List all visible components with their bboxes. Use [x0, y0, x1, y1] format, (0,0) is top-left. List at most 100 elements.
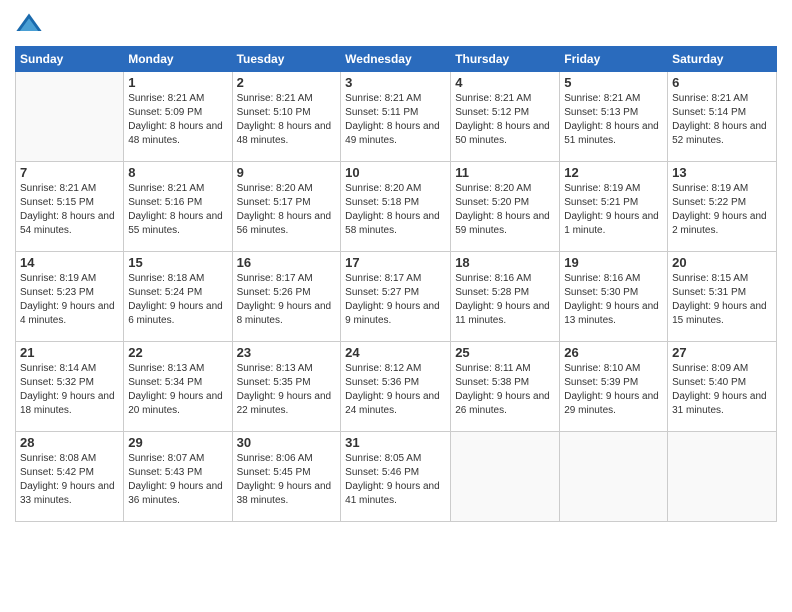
- sunrise: Sunrise: 8:17 AM: [237, 273, 313, 284]
- day-number: 1: [128, 75, 227, 90]
- day-number: 28: [20, 435, 119, 450]
- day-info: Sunrise: 8:19 AMSunset: 5:23 PMDaylight:…: [20, 272, 119, 328]
- sunrise: Sunrise: 8:07 AM: [128, 453, 204, 464]
- day-info: Sunrise: 8:21 AMSunset: 5:14 PMDaylight:…: [672, 92, 772, 148]
- daylight: Daylight: 9 hours and 13 minutes.: [564, 301, 659, 326]
- day-cell: 13Sunrise: 8:19 AMSunset: 5:22 PMDayligh…: [668, 162, 777, 252]
- day-header-friday: Friday: [560, 47, 668, 72]
- day-cell: 31Sunrise: 8:05 AMSunset: 5:46 PMDayligh…: [341, 432, 451, 522]
- sunset: Sunset: 5:21 PM: [564, 197, 638, 208]
- day-info: Sunrise: 8:16 AMSunset: 5:28 PMDaylight:…: [455, 272, 555, 328]
- day-number: 24: [345, 345, 446, 360]
- day-info: Sunrise: 8:21 AMSunset: 5:11 PMDaylight:…: [345, 92, 446, 148]
- day-cell: 22Sunrise: 8:13 AMSunset: 5:34 PMDayligh…: [124, 342, 232, 432]
- sunset: Sunset: 5:38 PM: [455, 377, 529, 388]
- sunset: Sunset: 5:26 PM: [237, 287, 311, 298]
- day-cell: 20Sunrise: 8:15 AMSunset: 5:31 PMDayligh…: [668, 252, 777, 342]
- day-cell: 5Sunrise: 8:21 AMSunset: 5:13 PMDaylight…: [560, 72, 668, 162]
- day-header-tuesday: Tuesday: [232, 47, 341, 72]
- day-header-monday: Monday: [124, 47, 232, 72]
- daylight: Daylight: 8 hours and 48 minutes.: [128, 121, 223, 146]
- day-info: Sunrise: 8:20 AMSunset: 5:18 PMDaylight:…: [345, 182, 446, 238]
- daylight: Daylight: 8 hours and 55 minutes.: [128, 211, 223, 236]
- day-cell: 23 Sunrise: 8:13 AMSunset: 5:35 PMDayligh…: [232, 342, 341, 432]
- sunrise: Sunrise: 8:21 AM: [128, 93, 204, 104]
- sunrise: Sunrise: 8:08 AM: [20, 453, 96, 464]
- daylight: Daylight: 9 hours and 24 minutes.: [345, 391, 440, 416]
- day-cell: 21Sunrise: 8:14 AMSunset: 5:32 PMDayligh…: [16, 342, 124, 432]
- sunset: Sunset: 5:14 PM: [672, 107, 746, 118]
- daylight: Daylight: 9 hours and 31 minutes.: [672, 391, 767, 416]
- sunset: Sunset: 5:34 PM: [128, 377, 202, 388]
- sunrise: Sunrise: 8:11 AM: [455, 363, 530, 374]
- daylight: Daylight: 8 hours and 49 minutes.: [345, 121, 440, 146]
- header-row: SundayMondayTuesdayWednesdayThursdayFrid…: [16, 47, 777, 72]
- sunset: Sunset: 5:30 PM: [564, 287, 638, 298]
- day-cell: 11 Sunrise: 8:20 AM Sunset: 5:20 PM Dayligh…: [451, 162, 560, 252]
- day-header-thursday: Thursday: [451, 47, 560, 72]
- daylight: Daylight: 8 hours and 59 minutes.: [455, 211, 550, 236]
- sunset: Sunset: 5:09 PM: [128, 107, 202, 118]
- day-number: 27: [672, 345, 772, 360]
- day-cell: 8Sunrise: 8:21 AMSunset: 5:16 PMDaylight…: [124, 162, 232, 252]
- sunrise: Sunrise: 8:12 AM: [345, 363, 421, 374]
- day-cell: 4Sunrise: 8:21 AMSunset: 5:12 PMDaylight…: [451, 72, 560, 162]
- day-cell: 24Sunrise: 8:12 AMSunset: 5:36 PMDayligh…: [341, 342, 451, 432]
- sunrise: Sunrise: 8:09 AM: [672, 363, 748, 374]
- daylight: Daylight: 9 hours and 20 minutes.: [128, 391, 223, 416]
- daylight: Daylight: 8 hours and 51 minutes.: [564, 121, 659, 146]
- day-info: Sunrise: 8:06 AMSunset: 5:45 PMDaylight:…: [237, 452, 337, 508]
- day-number: 3: [345, 75, 446, 90]
- sunrise: Sunrise: 8:18 AM: [128, 273, 204, 284]
- sunrise: Sunrise: 8:21 AM: [455, 93, 531, 104]
- day-cell: 15Sunrise: 8:18 AMSunset: 5:24 PMDayligh…: [124, 252, 232, 342]
- daylight: Daylight: 8 hours and 52 minutes.: [672, 121, 767, 146]
- day-number: 21: [20, 345, 119, 360]
- sunrise: Sunrise: 8:20 AM: [455, 183, 531, 194]
- daylight: Daylight: 9 hours and 36 minutes.: [128, 481, 223, 506]
- logo-icon: [15, 10, 43, 38]
- daylight: Daylight: 9 hours and 29 minutes.: [564, 391, 659, 416]
- day-info: Sunrise: 8:15 AMSunset: 5:31 PMDaylight:…: [672, 272, 772, 328]
- day-cell: 9Sunrise: 8:20 AMSunset: 5:17 PMDaylight…: [232, 162, 341, 252]
- day-info: Sunrise: 8:21 AMSunset: 5:16 PMDaylight:…: [128, 182, 227, 238]
- day-info: Sunrise: 8:13 AMSunset: 5:35 PMDaylight:…: [237, 362, 337, 418]
- logo: [15, 10, 47, 38]
- day-cell: 3 Sunrise: 8:21 AMSunset: 5:11 PMDaylight…: [341, 72, 451, 162]
- daylight: Daylight: 9 hours and 38 minutes.: [237, 481, 332, 506]
- day-number: 23: [237, 345, 337, 360]
- sunset: Sunset: 5:32 PM: [20, 377, 94, 388]
- daylight: Daylight: 9 hours and 11 minutes.: [455, 301, 550, 326]
- week-row-2: 14Sunrise: 8:19 AMSunset: 5:23 PMDayligh…: [16, 252, 777, 342]
- sunset: Sunset: 5:39 PM: [564, 377, 638, 388]
- day-number: 29: [128, 435, 227, 450]
- sunrise: Sunrise: 8:17 AM: [345, 273, 421, 284]
- sunset: Sunset: 5:10 PM: [237, 107, 311, 118]
- sunset: Sunset: 5:16 PM: [128, 197, 202, 208]
- sunset: Sunset: 5:28 PM: [455, 287, 529, 298]
- day-info: Sunrise: 8:10 AMSunset: 5:39 PMDaylight:…: [564, 362, 663, 418]
- day-cell: [16, 72, 124, 162]
- day-info: Sunrise: 8:20 AM Sunset: 5:20 PM Daylight:…: [455, 182, 555, 238]
- daylight: Daylight: 9 hours and 1 minute.: [564, 211, 659, 236]
- sunset: Sunset: 5:46 PM: [345, 467, 419, 478]
- calendar: SundayMondayTuesdayWednesdayThursdayFrid…: [15, 46, 777, 522]
- day-number: 11: [455, 165, 555, 180]
- daylight: Daylight: 9 hours and 6 minutes.: [128, 301, 223, 326]
- day-number: 2: [237, 75, 337, 90]
- day-cell: 12Sunrise: 8:19 AMSunset: 5:21 PMDayligh…: [560, 162, 668, 252]
- sunrise: Sunrise: 8:21 AM: [564, 93, 640, 104]
- day-info: Sunrise: 8:17 AMSunset: 5:27 PMDaylight:…: [345, 272, 446, 328]
- day-info: Sunrise: 8:19 AMSunset: 5:21 PMDaylight:…: [564, 182, 663, 238]
- day-number: 4: [455, 75, 555, 90]
- sunset: Sunset: 5:20 PM: [455, 197, 529, 208]
- daylight: Daylight: 9 hours and 4 minutes.: [20, 301, 115, 326]
- daylight: Daylight: 9 hours and 15 minutes.: [672, 301, 767, 326]
- day-info: Sunrise: 8:05 AMSunset: 5:46 PMDaylight:…: [345, 452, 446, 508]
- day-info: Sunrise: 8:07 AMSunset: 5:43 PMDaylight:…: [128, 452, 227, 508]
- day-cell: 29 Sunrise: 8:07 AMSunset: 5:43 PMDayligh…: [124, 432, 232, 522]
- daylight: Daylight: 9 hours and 33 minutes.: [20, 481, 115, 506]
- header: [15, 10, 777, 38]
- sunrise: Sunrise: 8:13 AM: [237, 363, 313, 374]
- day-number: 22: [128, 345, 227, 360]
